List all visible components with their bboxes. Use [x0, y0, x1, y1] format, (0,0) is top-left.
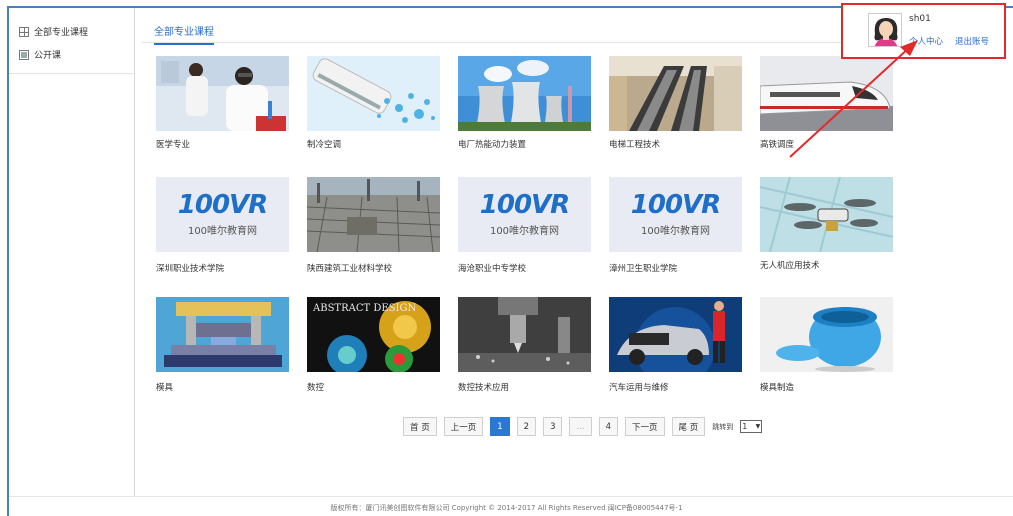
- course-card-shenzhen-polytechnic[interactable]: 100VR 100唯尔教育网 深圳职业技术学院: [156, 177, 289, 274]
- logo-subtitle: 100唯尔教育网: [489, 226, 560, 237]
- grid-icon: [19, 26, 29, 37]
- course-thumbnail: [307, 177, 440, 252]
- course-thumbnail: 100VR 100唯尔教育网: [458, 177, 591, 252]
- course-title: 模具制造: [760, 383, 795, 393]
- course-title: 电厂热能动力装置: [458, 140, 527, 150]
- 100vr-logo: 100VR: [479, 190, 570, 220]
- logo-subtitle: 100唯尔教育网: [187, 226, 258, 237]
- jump-label: 跳转到: [712, 422, 734, 431]
- course-thumbnail: [760, 297, 893, 372]
- page-button-2[interactable]: 2: [516, 417, 537, 436]
- course-thumbnail: [307, 56, 440, 131]
- course-thumbnail: [760, 177, 893, 252]
- course-title: 电梯工程技术: [609, 140, 661, 150]
- sidebar-divider: [9, 73, 134, 74]
- course-card-cnc-application[interactable]: 数控技术应用: [458, 297, 591, 393]
- 100vr-logo: 100VR: [177, 190, 268, 220]
- course-card-elevator[interactable]: 电梯工程技术: [609, 56, 742, 150]
- course-card-zhangzhou-health[interactable]: 100VR 100唯尔教育网 漳州卫生职业学院: [609, 177, 742, 274]
- course-thumbnail: [458, 56, 591, 131]
- username: sh01: [909, 14, 931, 24]
- course-thumbnail: [156, 56, 289, 131]
- course-thumbnail: [156, 297, 289, 372]
- pagination: 首 页 上一页 1 2 3 ... 4 下一页 尾 页 跳转到 1 ▼: [403, 417, 763, 436]
- course-card-mold[interactable]: 模具: [156, 297, 289, 393]
- 100vr-logo: 100VR: [630, 190, 721, 220]
- course-title: 深圳职业技术学院: [156, 264, 225, 274]
- course-title: 数控: [307, 383, 325, 393]
- page-ellipsis: ...: [569, 417, 592, 436]
- course-thumbnail: 100VR 100唯尔教育网: [609, 177, 742, 252]
- personal-center-link[interactable]: 个人中心: [909, 35, 943, 47]
- course-title: 陕西建筑工业材料学校: [307, 264, 393, 274]
- page-button-1[interactable]: 1: [490, 417, 510, 436]
- course-thumbnail: 100VR 100唯尔教育网: [156, 177, 289, 252]
- footer-divider: [9, 496, 1013, 497]
- course-thumbnail: [760, 56, 893, 131]
- logout-link[interactable]: 退出账号: [955, 35, 989, 47]
- logo-subtitle: 100唯尔教育网: [640, 226, 711, 237]
- course-title: 制冷空调: [307, 140, 342, 150]
- course-card-medicine[interactable]: 医学专业: [156, 56, 289, 150]
- course-title: 无人机应用技术: [760, 261, 820, 271]
- page-button-3[interactable]: 3: [543, 417, 563, 436]
- course-card-high-speed-rail[interactable]: 高铁调度: [760, 56, 893, 150]
- user-panel: sh01 个人中心 退出账号: [841, 3, 1006, 59]
- course-thumbnail: [609, 297, 742, 372]
- sidebar-item-open-class[interactable]: 公开课: [19, 48, 61, 61]
- footer-copyright: 版权所有：厦门讯美创图软件有限公司 Copyright © 2014-2017 …: [330, 504, 683, 512]
- book-icon: [19, 49, 29, 60]
- course-card-drone[interactable]: 无人机应用技术: [760, 177, 893, 271]
- course-thumbnail: ABSTRACT DESIGN: [307, 297, 440, 372]
- banner-text: ABSTRACT DESIGN: [312, 303, 416, 314]
- course-title: 模具: [156, 383, 174, 393]
- jump-select-value: 1: [742, 422, 748, 431]
- course-card-cnc[interactable]: ABSTRACT DESIGN 数控: [307, 297, 440, 393]
- avatar[interactable]: [868, 13, 902, 47]
- jump-page-select[interactable]: 1 ▼: [740, 420, 763, 433]
- course-thumbnail: [458, 297, 591, 372]
- course-card-power-plant[interactable]: 电厂热能动力装置: [458, 56, 591, 150]
- course-card-shaanxi-building[interactable]: 陕西建筑工业材料学校: [307, 177, 440, 274]
- course-thumbnail: [609, 56, 742, 131]
- prev-page-button[interactable]: 上一页: [443, 417, 484, 436]
- course-title: 医学专业: [156, 140, 191, 150]
- sidebar-item-all-courses[interactable]: 全部专业课程: [19, 25, 88, 38]
- course-card-refrigeration[interactable]: 制冷空调: [307, 56, 440, 150]
- sidebar: 全部专业课程 公开课: [9, 8, 135, 496]
- sidebar-item-label: 公开课: [34, 51, 62, 61]
- course-card-haicang-vocational[interactable]: 100VR 100唯尔教育网 海沧职业中专学校: [458, 177, 591, 274]
- last-page-button[interactable]: 尾 页: [671, 417, 706, 436]
- course-title: 数控技术应用: [458, 383, 510, 393]
- course-card-mold-manufacturing[interactable]: 模具制造: [760, 297, 893, 393]
- course-title: 汽车运用与维修: [609, 383, 669, 393]
- course-title: 漳州卫生职业学院: [609, 264, 678, 274]
- course-title: 高铁调度: [760, 140, 795, 150]
- sidebar-item-label: 全部专业课程: [34, 28, 89, 38]
- next-page-button[interactable]: 下一页: [625, 417, 665, 436]
- page-button-4[interactable]: 4: [598, 417, 619, 436]
- course-card-auto-repair[interactable]: 汽车运用与维修: [609, 297, 742, 393]
- course-title: 海沧职业中专学校: [458, 264, 527, 274]
- chevron-down-icon: ▼: [755, 423, 761, 430]
- first-page-button[interactable]: 首 页: [403, 417, 437, 436]
